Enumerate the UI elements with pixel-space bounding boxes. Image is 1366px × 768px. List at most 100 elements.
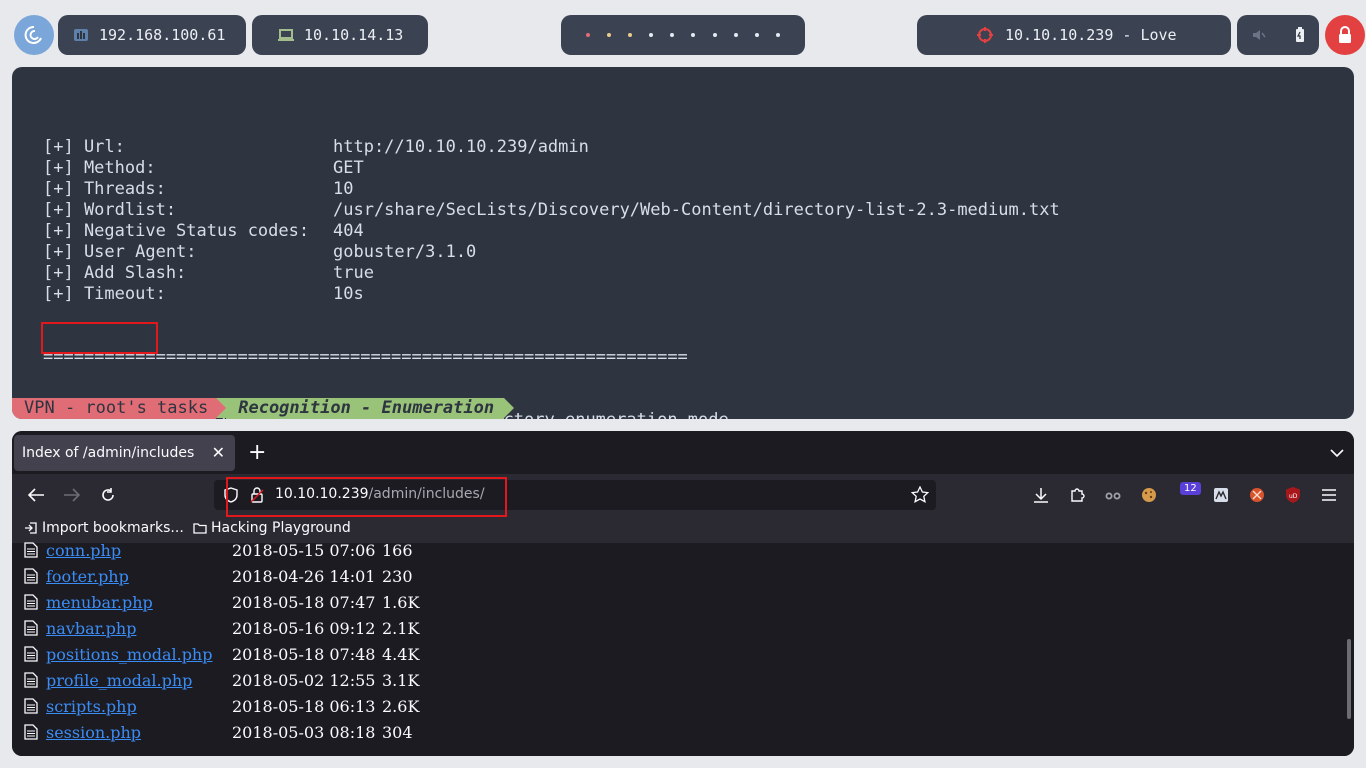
scrollbar-thumb[interactable] — [1347, 639, 1351, 719]
volume-muted-icon[interactable] — [1252, 28, 1266, 42]
config-value: 404 — [333, 221, 364, 241]
config-value: http://10.10.10.239/admin — [333, 137, 589, 157]
config-key: [+] User Agent: — [43, 242, 197, 262]
file-link[interactable]: conn.php — [46, 541, 232, 560]
workspace-dot[interactable] — [649, 33, 654, 37]
file-size: 166 — [382, 540, 413, 560]
workspace-dot[interactable] — [775, 33, 780, 37]
local-ip-widget[interactable]: 192.168.100.61 — [58, 15, 246, 55]
file-row: footer.php 2018-04-26 14:01 230 — [24, 563, 413, 589]
gobuster-config-line: [+] User Agent: gobuster/3.1.0 — [43, 242, 1060, 263]
file-link[interactable]: navbar.php — [46, 619, 232, 638]
file-icon — [24, 542, 38, 558]
tab-index-of-includes[interactable]: Index of /admin/includes ✕ — [14, 435, 235, 471]
chevron-down-icon[interactable] — [1330, 443, 1344, 462]
workspace-switcher[interactable] — [561, 15, 805, 55]
folder-icon — [193, 523, 207, 534]
file-size: 230 — [382, 566, 413, 586]
config-key: [+] Threads: — [43, 179, 166, 199]
config-key: [+] Method: — [43, 158, 156, 178]
directory-listing: conn.php 2018-05-15 07:06 166 footer.php 20… — [12, 540, 1354, 756]
ublock-origin-icon[interactable]: uD — [1282, 484, 1304, 506]
hamburger-menu-icon[interactable] — [1318, 484, 1340, 506]
cookie-extension-icon[interactable] — [1138, 484, 1160, 506]
target-widget[interactable]: 10.10.10.239 - Love — [917, 15, 1231, 55]
bookmark-star-icon[interactable] — [909, 484, 931, 506]
workspace-dot[interactable] — [670, 33, 675, 37]
vpn-ip-widget[interactable]: 10.10.14.13 — [252, 15, 428, 55]
workspace-dot[interactable] — [607, 33, 612, 37]
foxyproxy-extension-icon[interactable] — [1246, 484, 1268, 506]
import-bookmarks-label: Import bookmarks... — [42, 520, 184, 536]
file-size: 1.6K — [382, 592, 420, 612]
workspace-dot[interactable] — [712, 33, 717, 37]
tab-strip: Index of /admin/includes ✕ + — [12, 431, 1354, 474]
gobuster-config-line: [+] Timeout: 10s — [43, 284, 1060, 305]
file-icon — [24, 698, 38, 714]
file-link[interactable]: scripts.php — [46, 697, 232, 716]
config-key: [+] Add Slash: — [43, 263, 187, 283]
file-size: 2.1K — [382, 618, 420, 638]
lock-screen-button[interactable] — [1325, 15, 1365, 55]
battery-icon[interactable] — [1295, 27, 1305, 43]
local-ip-text: 192.168.100.61 — [99, 26, 226, 44]
workspace-dot[interactable] — [691, 33, 696, 37]
new-tab-plus-icon[interactable]: + — [248, 440, 266, 465]
target-text: 10.10.10.239 - Love — [1005, 26, 1177, 44]
reload-icon[interactable] — [97, 484, 119, 506]
terminal-window[interactable]: [+] Url: http://10.10.10.239/admin [+] Met… — [12, 67, 1354, 419]
svg-text:uD: uD — [1289, 493, 1298, 500]
file-date: 2018-05-18 07:47 — [232, 592, 376, 612]
workspace-dot[interactable] — [754, 33, 759, 37]
hacking-playground-folder[interactable]: Hacking Playground — [193, 520, 351, 536]
lock-icon — [1339, 26, 1351, 43]
gobuster-config-line: [+] Threads: 10 — [43, 179, 1060, 200]
workspace-dot[interactable] — [586, 33, 591, 37]
close-icon[interactable]: ✕ — [212, 443, 225, 462]
import-bookmarks-item[interactable]: Import bookmarks... — [24, 520, 184, 536]
file-row: positions_modal.php 2018-05-18 07:48 4.4K — [24, 641, 419, 667]
system-tray — [1237, 15, 1319, 55]
laptop-icon — [278, 29, 294, 41]
config-key: [+] Wordlist: — [43, 200, 177, 220]
url-highlight-box — [226, 477, 507, 517]
file-icon — [24, 620, 38, 636]
file-size: 304 — [382, 722, 413, 742]
wappalyzer-extension-icon[interactable] — [1210, 484, 1232, 506]
file-link[interactable]: menubar.php — [46, 593, 232, 612]
firefox-window[interactable]: Index of /admin/includes ✕ + 10.10.10.23… — [12, 431, 1354, 756]
gobuster-config-line: [+] Url: http://10.10.10.239/admin — [43, 137, 1060, 158]
config-key: [+] Negative Status codes: — [43, 221, 310, 241]
file-size: 4.4K — [382, 644, 420, 664]
gobuster-config-line: [+] Add Slash: true — [43, 263, 1060, 284]
session-label: VPN - root's tasks — [12, 398, 217, 419]
workspace-dot[interactable] — [628, 33, 633, 37]
gobuster-config-line: [+] Negative Status codes: 404 — [43, 221, 1060, 242]
vpn-ip-text: 10.10.14.13 — [304, 26, 404, 44]
tab-title: Index of /admin/includes — [22, 445, 195, 461]
file-row: menubar.php 2018-05-18 07:47 1.6K — [24, 589, 419, 615]
file-row: session.php 2018-05-03 08:18 304 — [24, 719, 413, 745]
hacking-playground-label: Hacking Playground — [211, 520, 351, 536]
extensions-puzzle-icon[interactable] — [1066, 484, 1088, 506]
terminal-output: [+] Url: http://10.10.10.239/admin [+] Met… — [43, 95, 1060, 419]
config-value: 10 — [333, 179, 354, 199]
file-date: 2018-05-18 06:13 — [232, 696, 376, 716]
window-label[interactable]: Recognition - Enumeration — [226, 398, 505, 419]
file-date: 2018-05-18 07:48 — [232, 644, 376, 664]
gobuster-config-line: [+] Wordlist: /usr/share/SecLists/Discove… — [43, 200, 1060, 221]
file-link[interactable]: profile_modal.php — [46, 671, 232, 690]
file-link[interactable]: footer.php — [46, 567, 232, 586]
distro-logo-button[interactable] — [14, 15, 54, 55]
workspace-dot[interactable] — [733, 33, 738, 37]
back-arrow-icon[interactable] — [25, 484, 47, 506]
debian-swirl-icon — [24, 25, 42, 44]
glasses-extension-icon[interactable] — [1102, 484, 1124, 506]
forward-arrow-icon[interactable] — [61, 484, 83, 506]
network-icon — [74, 29, 88, 41]
file-link[interactable]: session.php — [46, 723, 232, 742]
file-link[interactable]: positions_modal.php — [46, 645, 232, 664]
file-icon — [24, 724, 38, 740]
file-date: 2018-05-02 12:55 — [232, 670, 376, 690]
downloads-icon[interactable] — [1030, 484, 1052, 506]
